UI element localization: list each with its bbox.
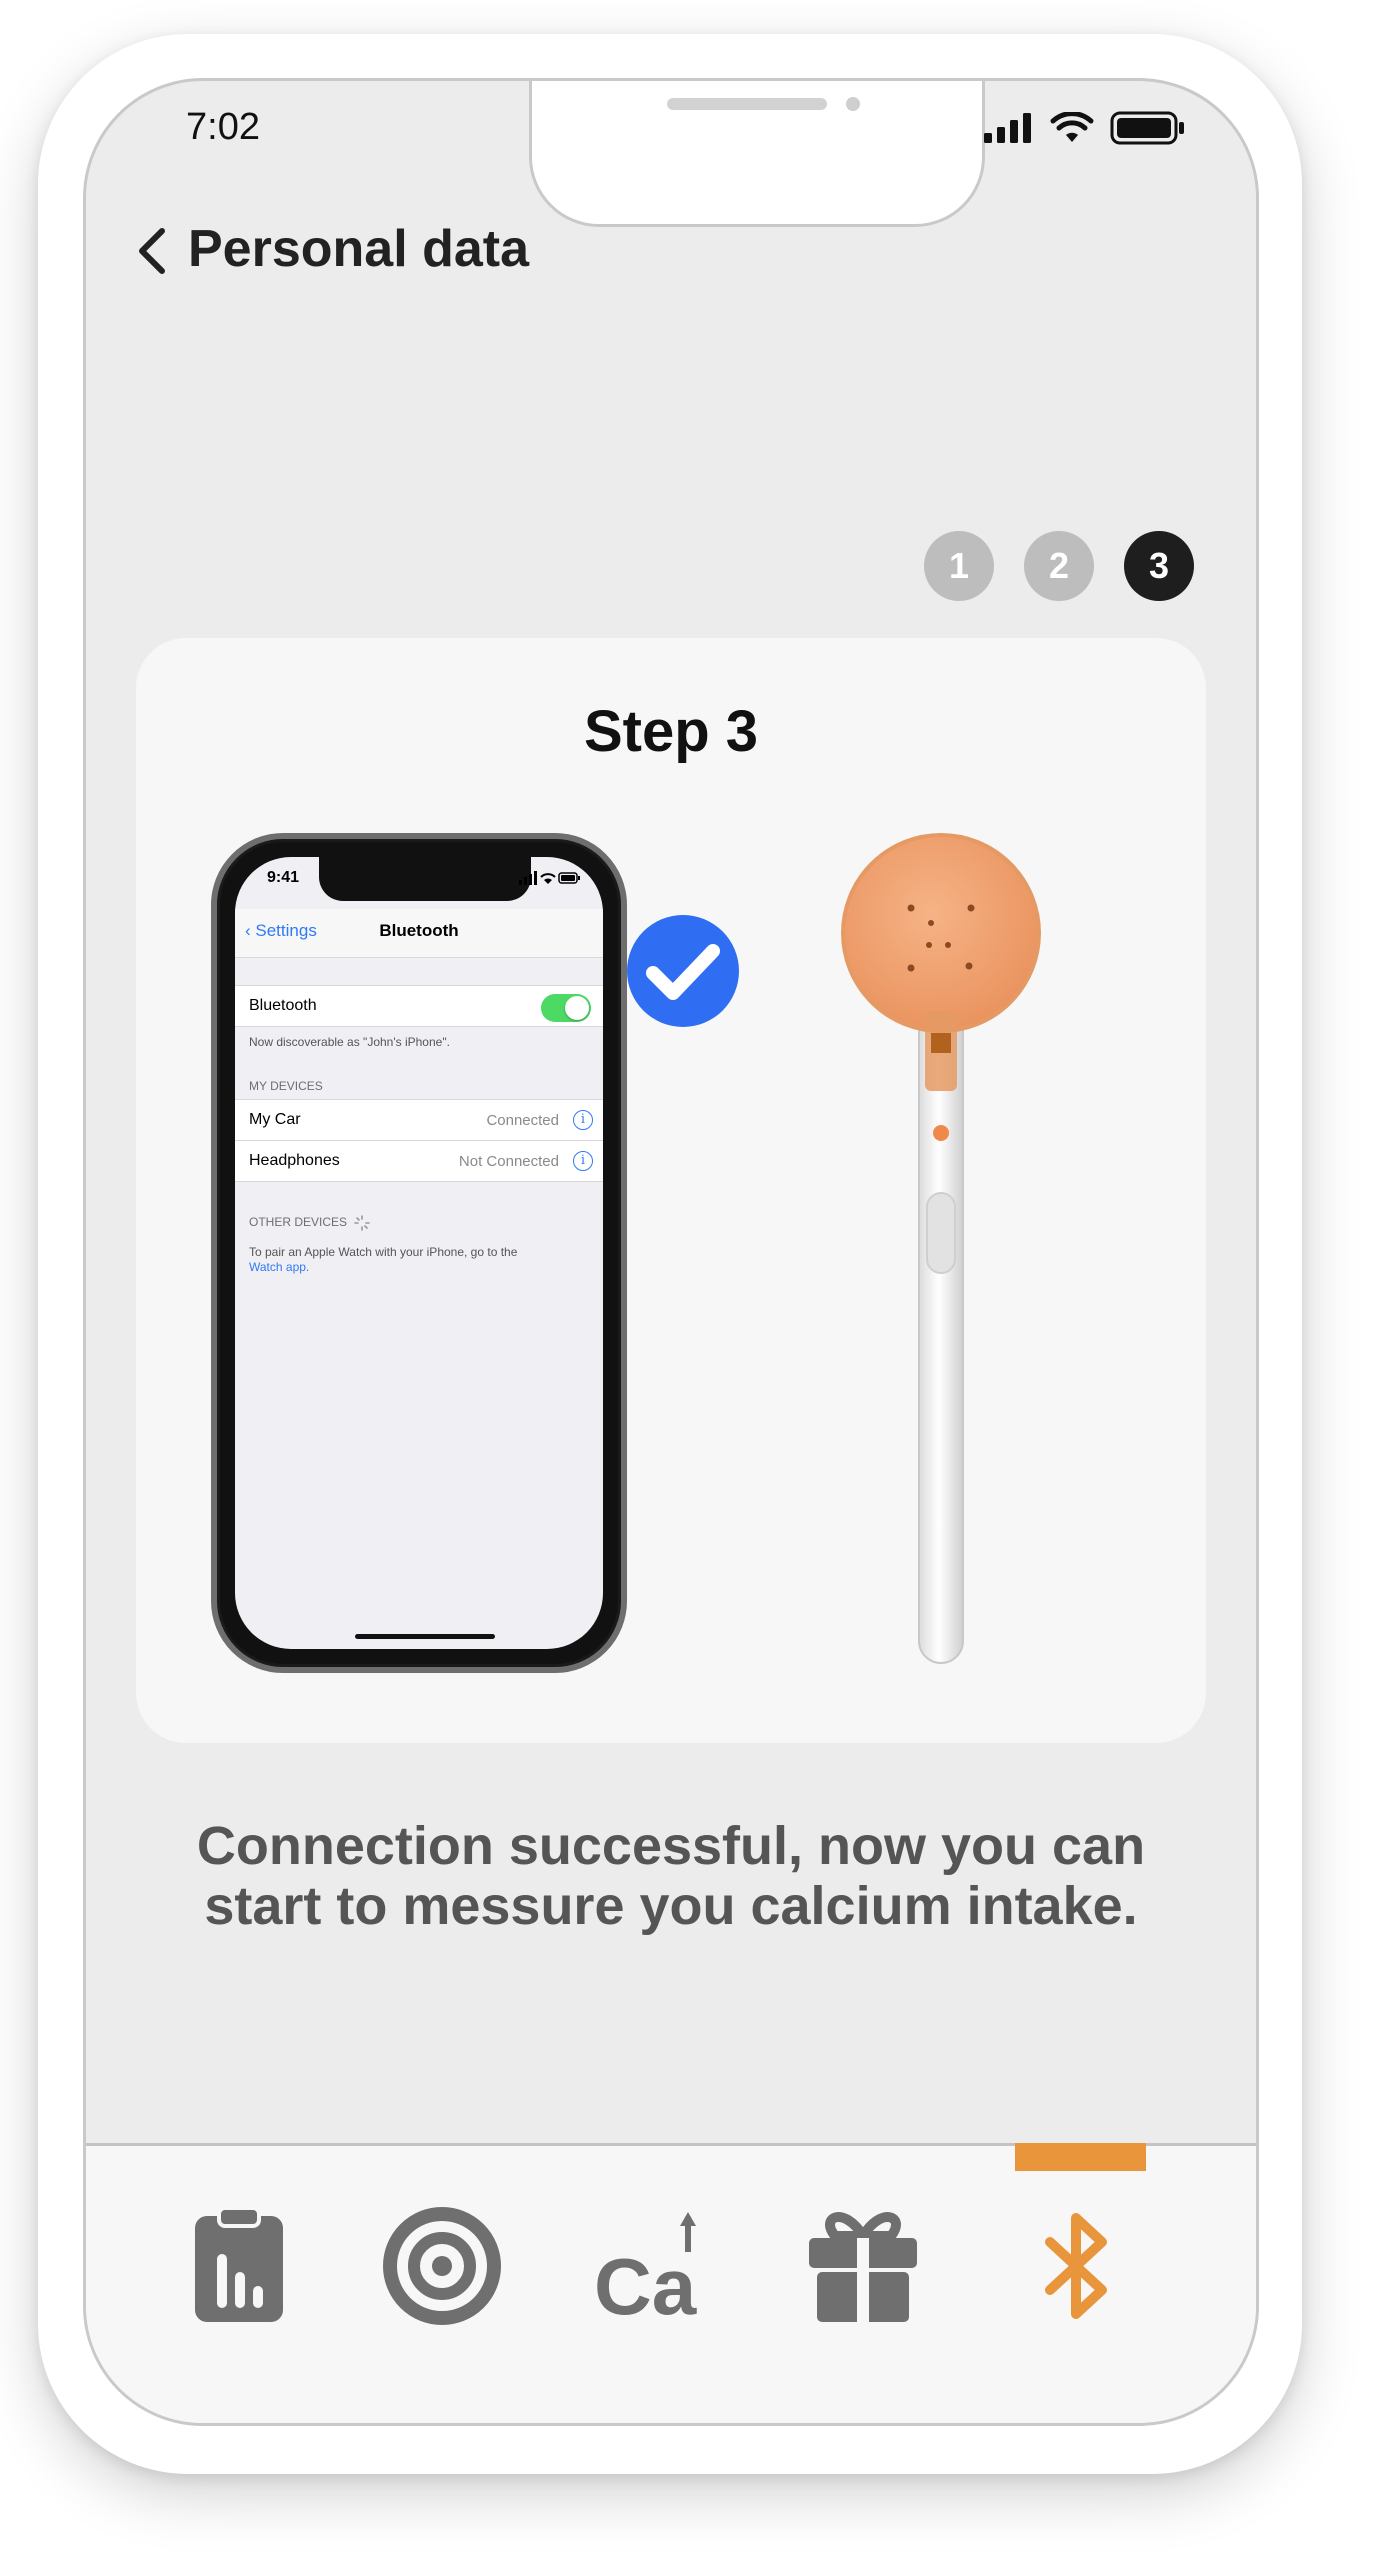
wifi-icon bbox=[1050, 112, 1094, 142]
illustration-other-devices-header: OTHER DEVICES bbox=[249, 1215, 371, 1231]
back-button[interactable] bbox=[124, 211, 184, 291]
speaker-grille bbox=[667, 98, 827, 110]
front-camera bbox=[846, 97, 860, 111]
page-title: Personal data bbox=[188, 220, 530, 278]
illustration-pair-note: To pair an Apple Watch with your iPhone,… bbox=[249, 1245, 518, 1274]
gift-icon bbox=[809, 2212, 917, 2322]
illustration-time: 9:41 bbox=[267, 869, 300, 886]
tab-bluetooth[interactable] bbox=[1010, 2196, 1150, 2336]
illustration-bluetooth-row: Bluetooth bbox=[235, 985, 603, 1027]
step-card: Step 3 9:41 ‹ Settings Bluetooth Bluetoo… bbox=[136, 638, 1206, 1743]
step-3[interactable]: 3 bbox=[1124, 531, 1194, 601]
tab-rewards[interactable] bbox=[793, 2196, 933, 2336]
status-time: 7:02 bbox=[186, 106, 260, 148]
phone-illustration: 9:41 ‹ Settings Bluetooth Bluetooth Now … bbox=[211, 833, 627, 1673]
illustration-notch bbox=[319, 857, 531, 901]
app-screen: 7:02 Personal data 1 2 3 Step 3 9:41 ‹ S… bbox=[83, 78, 1259, 2426]
illustration-toggle bbox=[541, 994, 591, 1022]
tab-goals[interactable] bbox=[372, 2196, 512, 2336]
active-tab-indicator bbox=[1015, 2143, 1146, 2171]
calcium-icon: Ca bbox=[594, 2212, 697, 2326]
bluetooth-settings-screenshot: 9:41 ‹ Settings Bluetooth Bluetooth Now … bbox=[235, 857, 603, 1649]
chevron-left-icon bbox=[139, 228, 165, 274]
step-title: Step 3 bbox=[583, 699, 759, 764]
battery-icon bbox=[1110, 111, 1184, 145]
target-icon bbox=[383, 2207, 501, 2325]
step-1[interactable]: 1 bbox=[924, 531, 994, 601]
illustration-device-row: Headphones Not Connected i bbox=[235, 1140, 603, 1182]
svg-text:Ca: Ca bbox=[594, 2242, 697, 2326]
tab-calcium-intake[interactable]: Ca bbox=[582, 2196, 722, 2336]
info-icon: i bbox=[573, 1151, 593, 1171]
step-2[interactable]: 2 bbox=[1024, 531, 1094, 601]
illustration-title: Bluetooth bbox=[379, 921, 459, 940]
illustration-home-indicator bbox=[355, 1634, 495, 1639]
status-icons bbox=[984, 111, 1186, 145]
signal-icon bbox=[984, 113, 1031, 143]
illustration-my-devices-header: MY DEVICES bbox=[249, 1079, 323, 1093]
step-indicator: 1 2 3 bbox=[924, 531, 1194, 601]
check-circle-icon bbox=[627, 915, 739, 1027]
clipboard-chart-icon bbox=[195, 2206, 283, 2322]
illustration-navbar: ‹ Settings Bluetooth bbox=[235, 909, 603, 958]
spinner-icon bbox=[354, 1215, 371, 1231]
calcium-sensor-device bbox=[841, 833, 1041, 1664]
illustration-discoverable-note: Now discoverable as "John's iPhone". bbox=[249, 1035, 450, 1049]
tab-bar: Ca bbox=[86, 2143, 1256, 2423]
notch bbox=[529, 81, 985, 227]
info-icon: i bbox=[573, 1110, 593, 1130]
illustration-status-icons bbox=[519, 871, 580, 885]
connection-message: Connection successful, now you can start… bbox=[196, 1816, 1146, 1936]
tab-measurements[interactable] bbox=[169, 2196, 309, 2336]
illustration-device-row: My Car Connected i bbox=[235, 1099, 603, 1141]
bluetooth-icon bbox=[1045, 2213, 1107, 2319]
